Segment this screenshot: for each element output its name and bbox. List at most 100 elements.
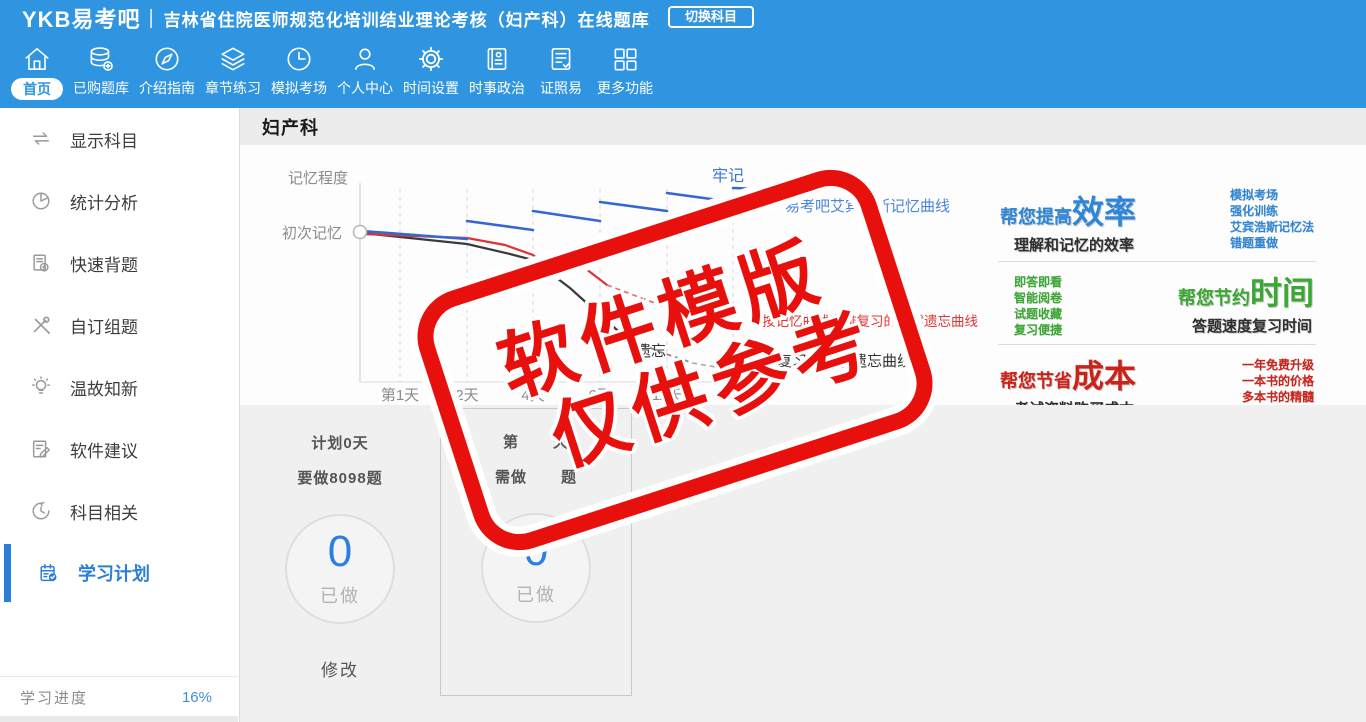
- day-label-prefix: 第: [503, 431, 519, 452]
- sidebar-item-label: 自订组题: [70, 313, 138, 338]
- nav-item-home[interactable]: 首页: [6, 36, 68, 100]
- promo-big-word: 成本: [1072, 358, 1136, 394]
- chart-ylabel: 记忆程度: [288, 170, 348, 187]
- study-progress-label: 学习进度: [20, 687, 88, 708]
- nav-item-label: 章节练习: [205, 78, 261, 98]
- promo-list-item: 一本书的价格: [1242, 373, 1314, 389]
- sidebar-item-label: 学习计划: [78, 560, 150, 586]
- promo-sub: 理解和记忆的效率: [1000, 234, 1136, 255]
- chart-start-annotation: 初次记忆: [282, 225, 342, 242]
- nav-item-label: 证照易: [540, 78, 582, 98]
- sidebar-footer: 学习进度 16%: [0, 676, 238, 722]
- news-icon: [482, 44, 512, 74]
- flashcard-icon: [30, 252, 52, 274]
- promo-big-prefix: 帮您节省: [1000, 371, 1072, 391]
- daily-plan-card[interactable]: 第天 需做题 0 已做: [440, 408, 632, 696]
- user-icon: [350, 44, 380, 74]
- need-do-label-suffix: 题: [561, 466, 577, 487]
- certificate-icon: [546, 44, 576, 74]
- sidebar-item-label: 快速背题: [70, 251, 138, 276]
- nav-item-more-functions[interactable]: 更多功能: [592, 36, 658, 98]
- promo-list-item: 复习便捷: [1014, 322, 1062, 338]
- x-tick: 第1天: [381, 386, 419, 404]
- study-plan-section: 计划0天 要做8098题 0 已做 修改 第天 需做题 0 已做: [240, 405, 1366, 722]
- nav-item-label: 时间设置: [403, 78, 459, 98]
- nav-item-label: 模拟考场: [271, 78, 327, 98]
- subject-title-band: 妇产科: [240, 108, 1366, 145]
- plan-icon: [38, 562, 60, 584]
- chart-blue-series-label: 易考吧艾宾浩斯记忆曲线: [785, 198, 950, 215]
- plan-summary-card: 计划0天 要做8098题 0 已做 修改: [245, 410, 435, 710]
- sidebar-item-software-feedback[interactable]: 软件建议: [0, 418, 239, 480]
- chart-end-annotation: 牢记: [712, 167, 744, 185]
- sidebar-item-study-plan[interactable]: 学习计划: [0, 542, 239, 604]
- page-title: 妇产科: [262, 114, 319, 140]
- sidebar-item-subject-related[interactable]: 科目相关: [0, 480, 239, 542]
- sidebar-item-statistics[interactable]: 统计分析: [0, 170, 239, 232]
- x-tick: 6天: [588, 387, 611, 404]
- sidebar-item-review-old[interactable]: 温故知新: [0, 356, 239, 418]
- study-progress-value: 16%: [182, 689, 212, 706]
- tools-icon: [30, 314, 52, 336]
- promo-big-word: 时间: [1250, 275, 1314, 311]
- chart-red-series-label: 按记忆曲线安排复习的自然遗忘曲线: [762, 313, 978, 329]
- sidebar-item-label: 温故知新: [70, 375, 138, 400]
- plan-total-questions-label: 要做8098题: [297, 467, 382, 488]
- promo-list-item: 一年免费升级: [1242, 357, 1314, 373]
- nav-item-time-settings[interactable]: 时间设置: [398, 36, 464, 98]
- sidebar-item-label: 显示科目: [70, 127, 138, 152]
- nav-item-chapter-practice[interactable]: 章节练习: [200, 36, 266, 98]
- promo-row-efficiency: 帮您提高效率 理解和记忆的效率 模拟考场 强化训练 艾宾浩斯记忆法 错题重做: [998, 181, 1316, 261]
- swap-icon: [30, 128, 52, 150]
- chart-black-series-label: 不复习的自然遗忘曲线: [762, 352, 912, 370]
- done-count-circle: 0 已做: [285, 514, 395, 624]
- promo-list-item: 强化训练: [1230, 203, 1314, 219]
- promo-row-cost: 帮您节省成本 考试资料购买成本 一年免费升级 一本书的价格 多本书的精髓: [998, 344, 1316, 405]
- app-logo: YKB易考吧: [22, 2, 140, 34]
- promo-sub: 答题速度复习时间: [1178, 315, 1314, 336]
- promo-list-item: 试题收藏: [1014, 306, 1062, 322]
- nav-item-label: 更多功能: [597, 78, 653, 98]
- nav-item-personal-center[interactable]: 个人中心: [332, 36, 398, 98]
- done-count-label: 已做: [320, 582, 360, 608]
- nav-item-label: 介绍指南: [139, 78, 195, 98]
- sidebar-item-custom-quiz[interactable]: 自订组题: [0, 294, 239, 356]
- done-count-circle: 0 已做: [481, 513, 591, 623]
- nav-item-current-politics[interactable]: 时事政治: [464, 36, 530, 98]
- database-icon: [86, 44, 116, 74]
- x-tick: 4天: [521, 387, 544, 404]
- sidebar-item-show-subjects[interactable]: 显示科目: [0, 108, 239, 170]
- chart-mid-annotation: 遗忘: [636, 343, 666, 360]
- nav-item-purchased-banks[interactable]: 已购题库: [68, 36, 134, 98]
- promo-list-item: 智能阅卷: [1014, 290, 1062, 306]
- promo-panel: 帮您提高效率 理解和记忆的效率 模拟考场 强化训练 艾宾浩斯记忆法 错题重做 即…: [998, 181, 1316, 405]
- compass-icon: [152, 44, 182, 74]
- sidebar-item-quick-memorize[interactable]: 快速背题: [0, 232, 239, 294]
- memory-curve-chart: 记忆程度 初次记忆 牢记 易考吧艾宾浩斯记忆曲线 遗忘 按记忆曲线安排复习的自然…: [240, 145, 1366, 405]
- main-content: 妇产科: [240, 108, 1366, 722]
- promo-list-item: 错题重做: [1230, 235, 1314, 251]
- nav-item-label: 已购题库: [73, 78, 129, 98]
- switch-subject-button[interactable]: 切换科目: [668, 6, 754, 28]
- nav-item-intro-guide[interactable]: 介绍指南: [134, 36, 200, 98]
- gear-icon: [416, 44, 446, 74]
- app-window: YKB易考吧 | 吉林省住院医师规范化培训结业理论考核（妇产科）在线题库 切换科…: [0, 0, 1366, 722]
- done-count: 0: [524, 529, 548, 573]
- layers-icon: [218, 44, 248, 74]
- nav-item-mock-exam[interactable]: 模拟考场: [266, 36, 332, 98]
- done-count-label: 已做: [516, 581, 556, 607]
- bulb-icon: [30, 376, 52, 398]
- promo-sub: 考试资料购买成本: [1000, 398, 1136, 405]
- promo-row-time: 即答即看 智能阅卷 试题收藏 复习便捷 帮您节约时间 答题速度复习时间: [998, 261, 1316, 344]
- sidebar: 显示科目 统计分析 快速背题 自订组题 温故知新: [0, 108, 240, 722]
- nav-item-certificate[interactable]: 证照易: [530, 36, 592, 98]
- x-tick: 2天: [455, 387, 478, 404]
- grid-icon: [610, 44, 640, 74]
- feedback-icon: [30, 438, 52, 460]
- promo-big-word: 效率: [1072, 194, 1136, 230]
- need-do-label-prefix: 需做: [495, 466, 527, 487]
- nav-item-label: 首页: [11, 78, 63, 100]
- modify-plan-button[interactable]: 修改: [321, 656, 359, 681]
- plan-days-label: 计划0天: [311, 432, 368, 453]
- promo-big-prefix: 帮您提高: [1000, 207, 1072, 227]
